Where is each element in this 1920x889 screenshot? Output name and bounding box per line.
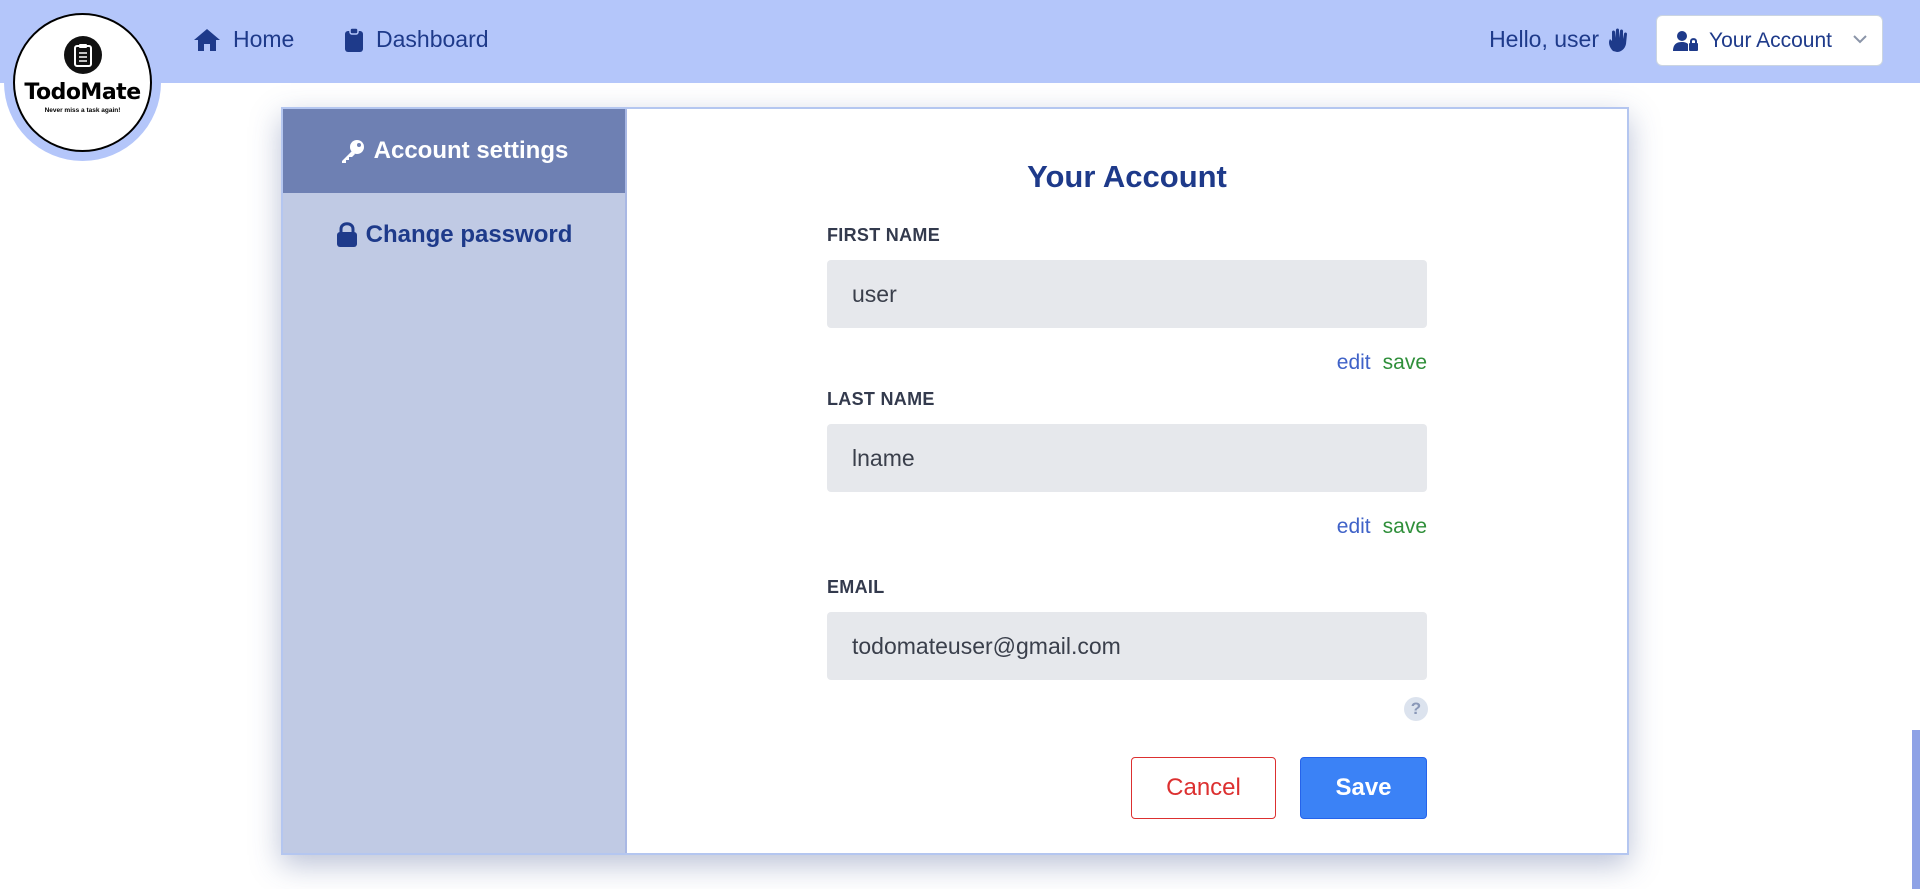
help-icon[interactable]: ? — [1404, 697, 1428, 721]
first-name-field[interactable] — [827, 260, 1427, 328]
key-icon — [341, 140, 364, 163]
brand-tagline: Never miss a task again! — [44, 107, 121, 114]
clipboard-icon — [63, 36, 102, 74]
clipboard-icon — [345, 26, 363, 52]
chevron-down-icon — [1853, 35, 1867, 44]
greeting-text: Hello, user — [1489, 26, 1599, 52]
sidebar-item-label: Change password — [365, 221, 573, 248]
save-button[interactable]: Save — [1300, 757, 1427, 819]
sidebar-item-change-password[interactable]: Change password — [283, 193, 625, 277]
brand-logo[interactable]: TodoMate Never miss a task again! — [4, 4, 161, 161]
email-label: EMAIL — [827, 577, 885, 597]
last-name-label: LAST NAME — [827, 389, 935, 409]
email-field[interactable] — [827, 612, 1427, 680]
settings-sidebar: Account settings Change password — [283, 109, 627, 853]
nav-dashboard-label: Dashboard — [376, 26, 489, 52]
nav-home-label: Home — [233, 26, 295, 52]
scrollbar-thumb[interactable] — [1912, 730, 1920, 889]
brand-name: TodoMate — [24, 80, 141, 105]
sidebar-item-account-settings[interactable]: Account settings — [283, 109, 625, 193]
nav-home-link[interactable]: Home — [193, 26, 294, 53]
nav-dashboard-link[interactable]: Dashboard — [344, 26, 489, 53]
last-name-actions: edit save — [1337, 515, 1427, 539]
last-name-field[interactable] — [827, 424, 1427, 492]
greeting: Hello, user — [1489, 26, 1631, 53]
page-title: Your Account — [1027, 159, 1227, 194]
waving-hand-icon — [1609, 28, 1627, 52]
first-name-save-link[interactable]: save — [1383, 351, 1427, 375]
top-navbar: Home Dashboard Hello, user Your Account — [0, 0, 1920, 83]
last-name-edit-link[interactable]: edit — [1337, 515, 1371, 539]
last-name-save-link[interactable]: save — [1383, 515, 1427, 539]
lock-icon — [336, 222, 357, 247]
account-dropdown-label: Your Account — [1709, 28, 1832, 52]
home-icon — [194, 28, 220, 51]
user-lock-icon — [1673, 30, 1698, 51]
cancel-button[interactable]: Cancel — [1131, 757, 1276, 819]
account-dropdown[interactable]: Your Account — [1656, 15, 1883, 66]
first-name-label: FIRST NAME — [827, 225, 940, 245]
sidebar-item-label: Account settings — [373, 137, 569, 164]
first-name-actions: edit save — [1337, 351, 1427, 375]
first-name-edit-link[interactable]: edit — [1337, 351, 1371, 375]
account-card: Account settings Change password Your Ac… — [281, 107, 1629, 855]
